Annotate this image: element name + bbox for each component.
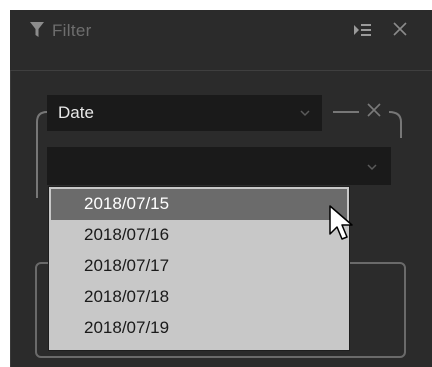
dropdown-option[interactable]: 2018/07/17	[51, 251, 347, 282]
dropdown-option[interactable]: 2018/07/16	[51, 220, 347, 251]
dropdown-option[interactable]: 2018/07/18	[51, 282, 347, 313]
collapse-panel-icon[interactable]	[352, 20, 372, 40]
value-select[interactable]	[47, 147, 391, 185]
chevron-down-icon	[300, 110, 310, 117]
funnel-icon	[30, 22, 44, 37]
close-icon[interactable]	[392, 21, 408, 37]
header-divider	[10, 70, 432, 71]
mouse-cursor-icon	[329, 205, 353, 240]
remove-filter-icon[interactable]	[366, 102, 382, 118]
value-dropdown-list: 2018/07/15 2018/07/16 2018/07/17 2018/07…	[48, 186, 350, 351]
dropdown-option[interactable]: 2018/07/15	[51, 189, 347, 220]
dropdown-option[interactable]: 2018/07/19	[51, 313, 347, 344]
field-select[interactable]: Date	[47, 95, 322, 131]
panel-title: Filter	[52, 21, 92, 40]
chevron-down-icon	[367, 164, 377, 171]
field-select-label: Date	[58, 103, 94, 122]
